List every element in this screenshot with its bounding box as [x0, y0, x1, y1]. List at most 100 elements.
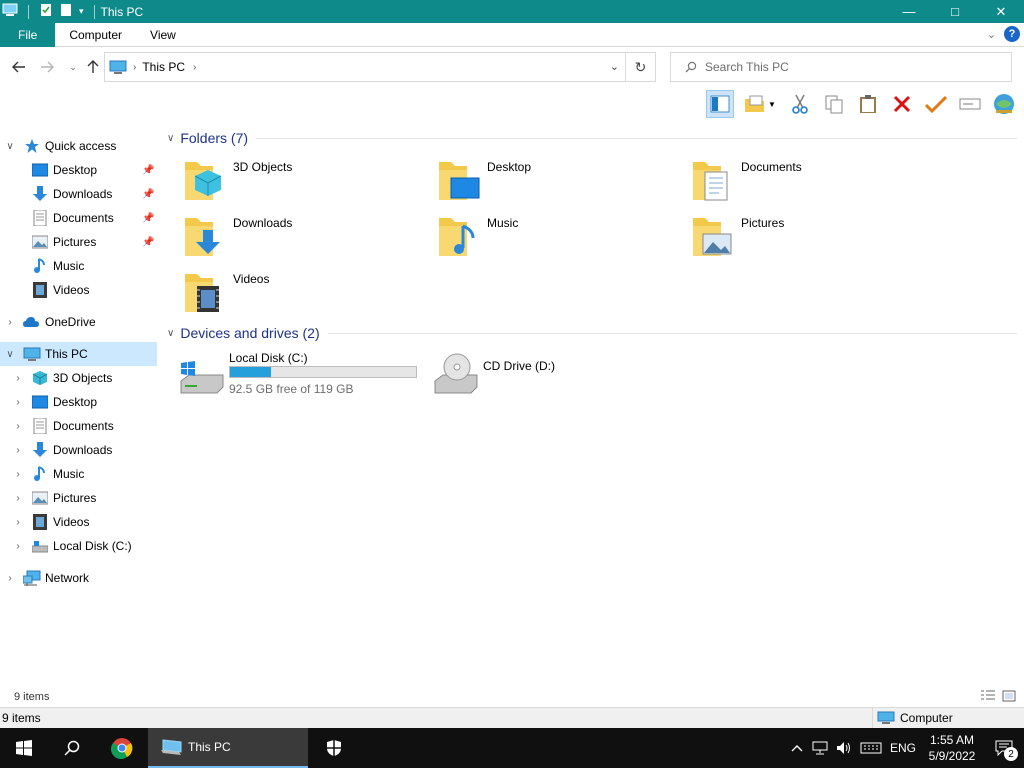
breadcrumb-this-pc[interactable]: This PC [142, 60, 185, 74]
sidebar-item-music[interactable]: Music [0, 254, 157, 278]
action-center[interactable]: 2 [984, 728, 1024, 768]
system-tray: ENG 1:55 AM 5/9/2022 2 [786, 728, 1024, 768]
folder-tile-pictures[interactable]: Pictures [691, 212, 931, 264]
start-button[interactable] [0, 728, 48, 768]
recent-locations-button[interactable]: ⌄ [62, 56, 84, 78]
rename-button[interactable] [956, 90, 984, 118]
layout-button[interactable]: ▼ [740, 90, 780, 118]
folder-tile-videos[interactable]: Videos [183, 268, 423, 320]
computer-icon[interactable] [2, 3, 18, 20]
sidebar-item-desktop[interactable]: Desktop 📌 [0, 158, 157, 182]
search-button[interactable] [48, 728, 96, 768]
clock[interactable]: 1:55 AM 5/9/2022 [920, 728, 984, 768]
download-arrow-icon [33, 186, 47, 201]
folder-tile-desktop[interactable]: Desktop [437, 156, 677, 208]
folder-tile-3d-objects[interactable]: 3D Objects [183, 156, 423, 208]
collapsed-chevron-icon[interactable]: › [12, 397, 24, 408]
cut-button[interactable] [786, 90, 814, 118]
sidebar-item-this-pc[interactable]: ∨ This PC [0, 342, 157, 366]
collapsed-chevron-icon[interactable]: › [12, 517, 24, 528]
up-button[interactable] [82, 56, 104, 78]
sidebar-item-documents[interactable]: Documents 📌 [0, 206, 157, 230]
address-dropdown-icon[interactable]: ⌄ [610, 60, 619, 73]
pin-icon[interactable]: 📌 [142, 237, 154, 248]
group-collapse-icon[interactable]: ∨ [167, 328, 174, 339]
pin-icon[interactable]: 📌 [142, 213, 154, 224]
network-monitor-icon [812, 741, 828, 755]
help-icon[interactable]: ? [1004, 26, 1020, 42]
taskbar-security[interactable] [310, 728, 358, 768]
large-icons-view-icon[interactable] [1002, 690, 1016, 702]
sidebar-item-pictures[interactable]: Pictures 📌 [0, 230, 157, 254]
back-button[interactable] [8, 56, 30, 78]
customize-toolbar-icon[interactable]: ▾ [79, 6, 84, 17]
sidebar-item-pc-documents[interactable]: › Documents [0, 414, 157, 438]
command-toolbar: ▼ [706, 89, 1018, 119]
sidebar-item-pc-videos[interactable]: › Videos [0, 510, 157, 534]
expand-ribbon-icon[interactable]: ⌄ [987, 28, 996, 41]
breadcrumb-chevron-icon[interactable]: › [193, 62, 196, 73]
taskbar-file-explorer[interactable]: This PC [148, 728, 308, 768]
refresh-button[interactable]: ↻ [625, 53, 655, 81]
drives-group-header[interactable]: ∨ Devices and drives (2) [167, 325, 1017, 341]
new-folder-icon[interactable] [59, 3, 73, 20]
sidebar-item-pc-pictures[interactable]: › Pictures [0, 486, 157, 510]
collapsed-chevron-icon[interactable]: › [12, 445, 24, 456]
drive-tile-cd-drive-d[interactable]: CD Drive (D:) [433, 351, 683, 411]
collapsed-chevron-icon[interactable]: › [12, 373, 24, 384]
tab-computer[interactable]: Computer [55, 23, 136, 47]
sidebar-item-downloads[interactable]: Downloads 📌 [0, 182, 157, 206]
details-view-icon[interactable] [980, 690, 996, 702]
delete-button[interactable] [888, 90, 916, 118]
accept-button[interactable] [922, 90, 950, 118]
sidebar-item-pc-desktop[interactable]: › Desktop [0, 390, 157, 414]
sidebar-item-pc-music[interactable]: › Music [0, 462, 157, 486]
sidebar-item-pc-local-disk[interactable]: › Local Disk (C:) [0, 534, 157, 558]
tab-file[interactable]: File [0, 22, 56, 47]
folders-group-header[interactable]: ∨ Folders (7) [167, 130, 1017, 146]
close-button[interactable]: ✕ [978, 0, 1024, 23]
sidebar-item-network[interactable]: › Network [0, 566, 157, 590]
sidebar-item-quick-access[interactable]: ∨ Quick access [0, 134, 157, 158]
taskbar-chrome[interactable] [98, 728, 146, 768]
minimize-button[interactable]: — [886, 0, 932, 23]
windows-drive-icon [180, 361, 224, 394]
show-hidden-icons[interactable] [786, 728, 808, 768]
collapsed-chevron-icon[interactable]: › [4, 317, 16, 328]
expanded-chevron-icon[interactable]: ∨ [4, 349, 16, 360]
folder-tile-documents[interactable]: Documents [691, 156, 931, 208]
collapsed-chevron-icon[interactable]: › [12, 469, 24, 480]
search-box[interactable]: Search This PC [670, 52, 1012, 82]
collapsed-chevron-icon[interactable]: › [12, 421, 24, 432]
maximize-button[interactable]: □ [932, 0, 978, 23]
sidebar-item-pc-3d-objects[interactable]: › 3D Objects [0, 366, 157, 390]
tab-view[interactable]: View [136, 23, 190, 47]
pin-icon[interactable]: 📌 [142, 165, 154, 176]
folder-tile-music[interactable]: Music [437, 212, 677, 264]
collapsed-chevron-icon[interactable]: › [12, 541, 24, 552]
collapsed-chevron-icon[interactable]: › [12, 493, 24, 504]
folder-label: Videos [233, 272, 270, 286]
network-status[interactable] [808, 728, 832, 768]
sidebar-item-onedrive[interactable]: › OneDrive [0, 310, 157, 334]
pin-icon[interactable]: 📌 [142, 189, 154, 200]
folder-tile-downloads[interactable]: Downloads [183, 212, 423, 264]
copy-button[interactable] [820, 90, 848, 118]
forward-button[interactable] [36, 56, 58, 78]
navigation-pane-button[interactable] [706, 90, 734, 118]
sidebar-item-videos[interactable]: Videos [0, 278, 157, 302]
sidebar-item-pc-downloads[interactable]: › Downloads [0, 438, 157, 462]
touch-keyboard[interactable] [856, 728, 886, 768]
expanded-chevron-icon[interactable]: ∨ [4, 141, 16, 152]
volume-status[interactable] [832, 728, 856, 768]
red-x-icon [893, 95, 911, 113]
collapsed-chevron-icon[interactable]: › [4, 573, 16, 584]
search-input[interactable]: Search This PC [705, 60, 789, 74]
properties-icon[interactable] [39, 3, 53, 20]
address-bar[interactable]: › This PC › ⌄ ↻ [104, 52, 656, 82]
network-globe-button[interactable] [990, 90, 1018, 118]
drive-tile-local-disk-c[interactable]: Local Disk (C:) 92.5 GB free of 119 GB [179, 351, 429, 411]
group-collapse-icon[interactable]: ∨ [167, 133, 174, 144]
paste-button[interactable] [854, 90, 882, 118]
input-language[interactable]: ENG [886, 728, 920, 768]
